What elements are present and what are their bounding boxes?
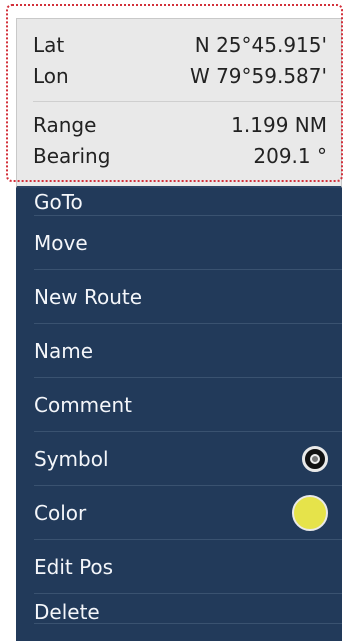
bullseye-symbol-icon: [302, 446, 328, 472]
bearing-label: Bearing: [33, 143, 111, 168]
menu-item-label: Edit Pos: [34, 555, 114, 579]
info-divider: [33, 101, 341, 102]
range-value: 1.199 NM: [231, 112, 327, 137]
lon-value: W 79°59.587': [189, 63, 327, 88]
range-label: Range: [33, 112, 97, 137]
menu-item-color[interactable]: Color: [16, 486, 342, 540]
color-swatch: [292, 495, 328, 531]
bearing-value: 209.1 °: [253, 143, 327, 168]
lat-row: Lat N 25°45.915': [17, 29, 341, 60]
lon-row: Lon W 79°59.587': [17, 60, 341, 91]
menu-item-goto[interactable]: GoTo: [16, 188, 342, 216]
menu-item-label: Comment: [34, 393, 132, 417]
menu-item-delete[interactable]: Delete: [16, 594, 342, 624]
menu-item-edit-pos[interactable]: Edit Pos: [16, 540, 342, 594]
menu-item-move[interactable]: Move: [16, 216, 342, 270]
menu-item-label: Symbol: [34, 447, 109, 471]
lat-value: N 25°45.915': [194, 32, 327, 57]
lon-label: Lon: [33, 63, 69, 88]
menu-item-label: Name: [34, 339, 94, 363]
bearing-row: Bearing 209.1 °: [17, 140, 341, 171]
range-row: Range 1.199 NM: [17, 109, 341, 140]
menu-item-comment[interactable]: Comment: [16, 378, 342, 432]
menu-item-label: Delete: [34, 600, 100, 624]
lat-label: Lat: [33, 32, 65, 57]
point-context-menu: GoTo Move New Route Name Comment Symbol …: [16, 188, 342, 641]
menu-item-new-route[interactable]: New Route: [16, 270, 342, 324]
menu-item-name[interactable]: Name: [16, 324, 342, 378]
menu-item-label: Color: [34, 501, 87, 525]
menu-item-label: Move: [34, 231, 88, 255]
menu-item-label: GoTo: [34, 190, 83, 214]
menu-item-label: New Route: [34, 285, 143, 309]
point-info-panel: Lat N 25°45.915' Lon W 79°59.587' Range …: [16, 18, 342, 188]
menu-item-symbol[interactable]: Symbol: [16, 432, 342, 486]
